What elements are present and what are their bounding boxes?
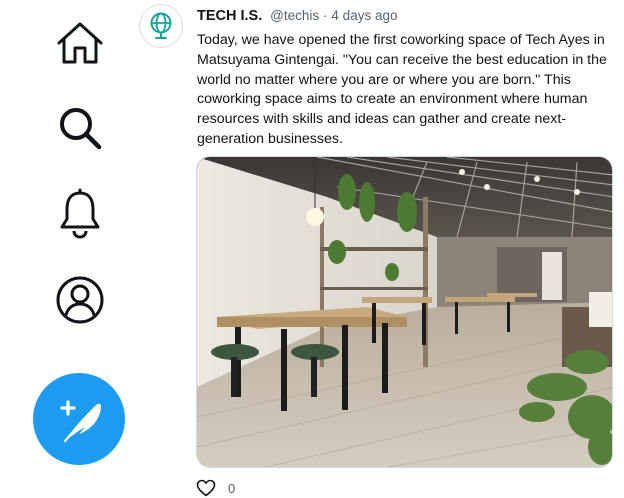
tweet-text: Today, we have opened the first coworkin… [197,32,607,147]
tweet-actions: 0 [196,478,235,498]
like-count: 0 [228,480,236,496]
author-handle[interactable]: @techis [270,8,319,23]
globe-logo-icon [150,12,172,39]
nav-home[interactable] [52,15,108,71]
tweet-photo[interactable] [196,156,613,468]
tweet-timestamp[interactable]: 4 days ago [331,8,397,23]
home-icon [57,22,103,64]
avatar[interactable] [139,4,183,48]
tweet-header: TECH I.S. @techis · 4 days ago [197,6,397,25]
coworking-space-photo [197,157,612,467]
tweet: TECH I.S. @techis · 4 days ago Today, we… [136,0,624,498]
author-name[interactable]: TECH I.S. [197,8,262,24]
header-separator: · [323,8,328,23]
profile-icon [56,276,104,324]
nav-profile[interactable] [52,272,108,328]
like-button[interactable]: 0 [196,479,235,497]
bell-icon [60,188,100,239]
nav-notifications[interactable] [52,186,108,242]
compose-feather-icon [60,400,101,443]
heart-icon [196,479,216,497]
nav-explore[interactable] [52,100,108,156]
search-icon [60,108,102,150]
compose-tweet-button[interactable] [33,373,125,465]
